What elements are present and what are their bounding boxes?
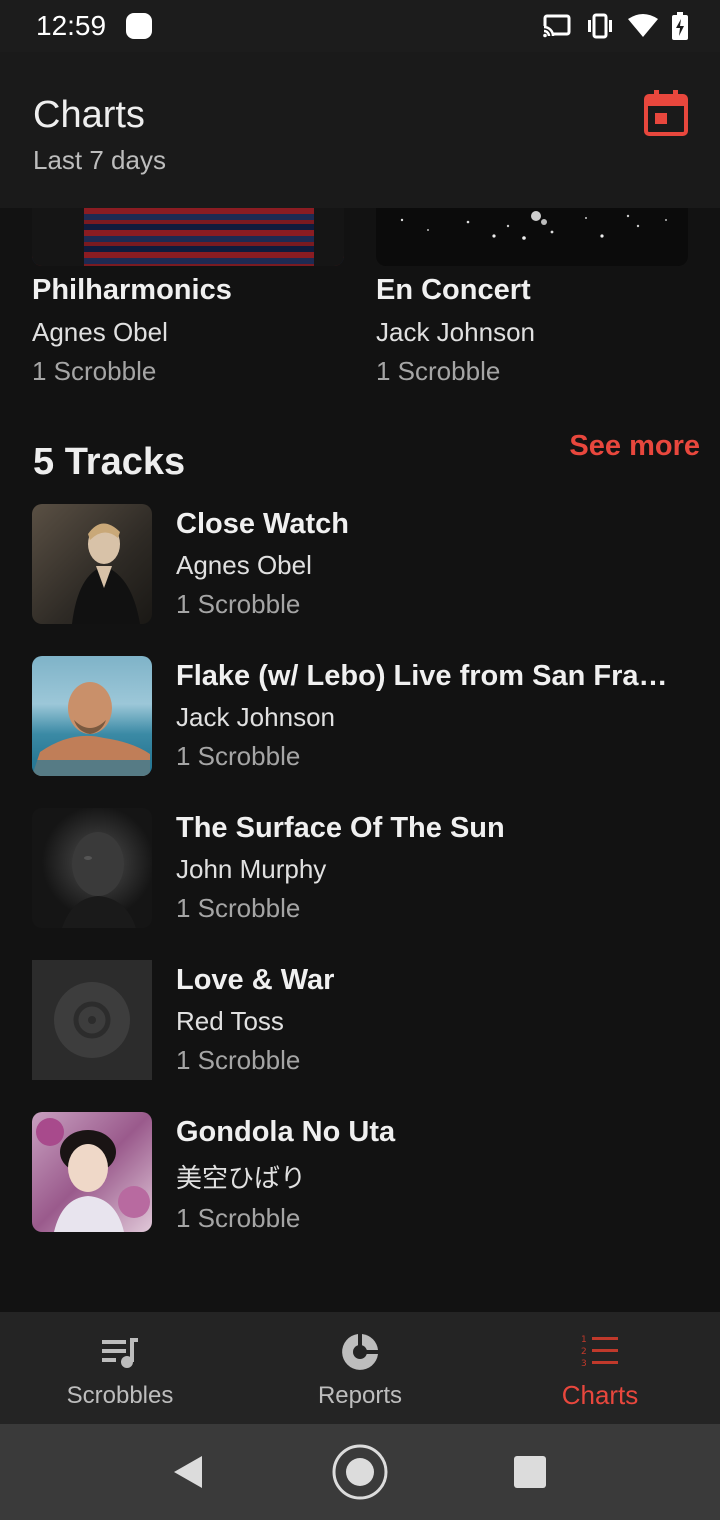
- track-artist: Red Toss: [176, 1006, 284, 1036]
- album-title: En Concert: [376, 274, 531, 306]
- ranked-list-icon: 1 2 3: [581, 1335, 618, 1369]
- album-artist: Jack Johnson: [376, 317, 535, 347]
- track-scrobble-count: 1 Scrobble: [176, 589, 301, 619]
- track-scrobble-count: 1 Scrobble: [176, 1203, 301, 1233]
- album-card[interactable]: Philharmonics Agnes Obel 1 Scrobble: [32, 208, 344, 387]
- cast-icon: [542, 14, 571, 38]
- wifi-icon: [628, 14, 658, 37]
- album-title: Philharmonics: [32, 274, 232, 306]
- track-title: Flake (w/ Lebo) Live from San Fra…: [176, 660, 668, 692]
- calendar-button[interactable]: [644, 90, 688, 136]
- page-title: Charts: [33, 94, 145, 136]
- track-title: Close Watch: [176, 508, 349, 540]
- nav-label: Scrobbles: [66, 1382, 174, 1409]
- tracks-section-title: 5 Tracks: [33, 441, 186, 483]
- track-list: Close Watch Agnes Obel 1 Scrobble Flake …: [0, 504, 720, 1264]
- track-artist: Jack Johnson: [176, 702, 335, 732]
- nav-label: Reports: [317, 1382, 403, 1409]
- track-item[interactable]: The Surface Of The Sun John Murphy 1 Scr…: [0, 808, 720, 960]
- see-more-link[interactable]: See more: [569, 430, 700, 463]
- track-title: Love & War: [176, 964, 335, 996]
- track-art-placeholder: [32, 960, 152, 1080]
- album-scrobble-count: 1 Scrobble: [376, 356, 501, 386]
- track-item[interactable]: Close Watch Agnes Obel 1 Scrobble: [0, 504, 720, 656]
- track-artist: John Murphy: [176, 854, 327, 884]
- track-scrobble-count: 1 Scrobble: [176, 1045, 301, 1075]
- recents-icon[interactable]: [500, 1442, 560, 1502]
- calendar-icon: [644, 90, 688, 136]
- notification-icon: [126, 13, 152, 39]
- album-artist: Agnes Obel: [32, 317, 168, 347]
- track-art: [32, 808, 152, 928]
- svg-text:1: 1: [581, 1335, 587, 1345]
- album-scrobble-count: 1 Scrobble: [32, 356, 157, 386]
- vibrate-icon: [588, 13, 612, 39]
- album-card[interactable]: En Concert Jack Johnson 1 Scrobble: [376, 208, 688, 387]
- track-item[interactable]: Love & War Red Toss 1 Scrobble: [0, 960, 720, 1112]
- track-art: [32, 504, 152, 624]
- nav-item-scrobbles[interactable]: Scrobbles: [0, 1312, 240, 1424]
- nav-label: Charts: [561, 1380, 639, 1410]
- nav-item-reports[interactable]: Reports: [240, 1312, 480, 1424]
- track-title: Gondola No Uta: [176, 1116, 396, 1148]
- track-item[interactable]: Flake (w/ Lebo) Live from San Fra… Jack …: [0, 656, 720, 808]
- svg-text:3: 3: [581, 1359, 587, 1369]
- system-navigation-bar: [0, 1424, 720, 1520]
- svg-text:2: 2: [581, 1347, 587, 1357]
- track-artist: 美空ひばり: [176, 1163, 307, 1193]
- album-art: [32, 208, 344, 266]
- track-title: The Surface Of The Sun: [176, 812, 505, 844]
- status-icons: [542, 12, 688, 40]
- status-bar: 12:59: [0, 0, 720, 52]
- vinyl-icon: [54, 982, 130, 1058]
- app-header: Charts Last 7 days: [0, 52, 720, 208]
- track-art: [32, 656, 152, 776]
- nav-item-charts[interactable]: 1 2 3 Charts: [480, 1312, 720, 1424]
- track-item[interactable]: Gondola No Uta 美空ひばり 1 Scrobble: [0, 1112, 720, 1264]
- playlist-icon: [102, 1338, 138, 1368]
- track-art: [32, 1112, 152, 1232]
- album-art: [376, 208, 688, 266]
- track-artist: Agnes Obel: [176, 550, 312, 580]
- track-scrobble-count: 1 Scrobble: [176, 741, 301, 771]
- battery-icon: [672, 12, 688, 40]
- status-time: 12:59: [36, 10, 107, 41]
- album-art-stars: [400, 211, 667, 240]
- bottom-navigation: Scrobbles Reports 1 2 3 Charts: [0, 1312, 720, 1424]
- track-scrobble-count: 1 Scrobble: [176, 893, 301, 923]
- album-grid: Philharmonics Agnes Obel 1 Scrobble En C…: [0, 208, 720, 398]
- home-icon[interactable]: [330, 1442, 390, 1502]
- pie-chart-icon: [342, 1334, 378, 1370]
- page-subtitle: Last 7 days: [33, 145, 166, 175]
- back-icon[interactable]: [158, 1442, 218, 1502]
